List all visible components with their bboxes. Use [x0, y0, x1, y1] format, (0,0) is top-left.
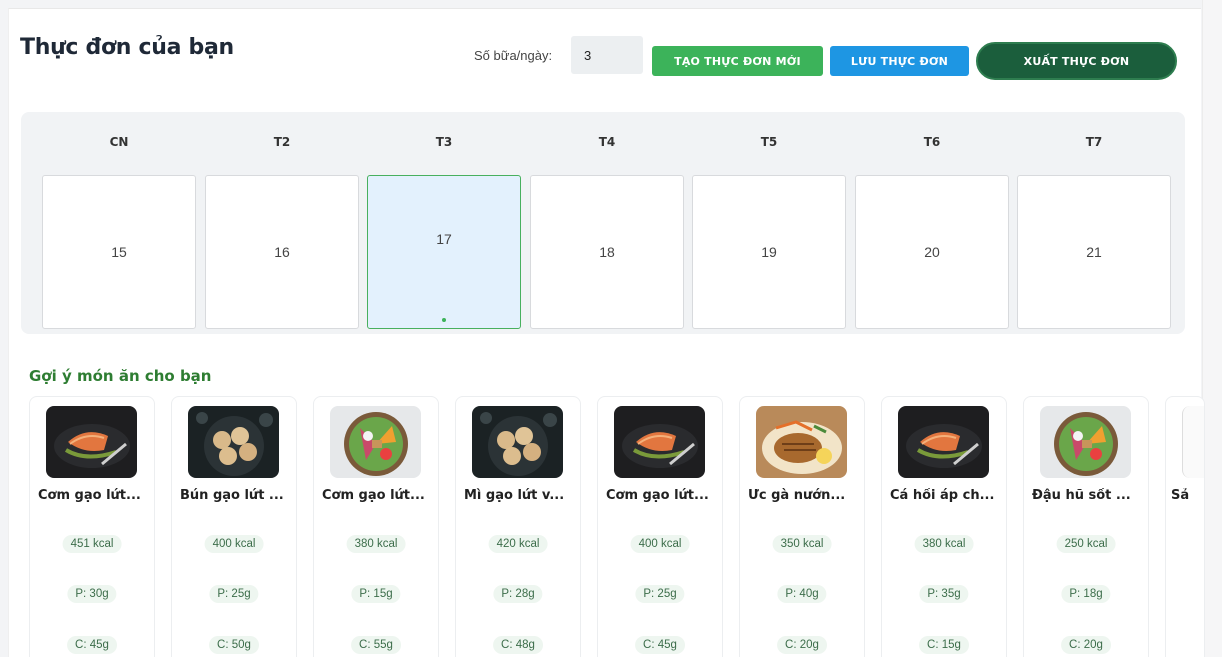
- calories-badge: 380 kcal: [346, 535, 406, 553]
- save-menu-button[interactable]: LƯU THỰC ĐƠN: [830, 46, 969, 76]
- food-name: Cơm gạo lứt...: [38, 488, 141, 503]
- day-number: 19: [761, 244, 777, 260]
- food-card[interactable]: Ức gà nướn... 350 kcal P: 40g C: 20g: [739, 396, 865, 657]
- day-number: 20: [924, 244, 940, 260]
- calories-badge: 400 kcal: [204, 535, 264, 553]
- page-scrollbar[interactable]: [1202, 0, 1222, 657]
- protein-badge: P: 15g: [351, 585, 401, 603]
- calendar-day[interactable]: 19: [692, 175, 846, 329]
- weekday-label: T2: [273, 135, 291, 149]
- salmon-dish-image: [898, 406, 989, 478]
- calories-badge: 451 kcal: [62, 535, 122, 553]
- weekday-label: T7: [1085, 135, 1103, 149]
- calories-badge: 250 kcal: [1056, 535, 1116, 553]
- food-name: Ức gà nướn...: [748, 488, 846, 503]
- food-name: Đậu hũ sốt ...: [1032, 488, 1131, 503]
- calendar-day[interactable]: 21: [1017, 175, 1171, 329]
- calories-badge: 380 kcal: [914, 535, 974, 553]
- carbs-badge: C: 50g: [209, 636, 259, 654]
- food-card[interactable]: Cơm gạo lứt... 451 kcal P: 30g C: 45g: [29, 396, 155, 657]
- suggestions-title: Gợi ý món ăn cho bạn: [29, 367, 212, 385]
- carbs-badge: C: 55g: [351, 636, 401, 654]
- salad-bowl-image: [1040, 406, 1131, 478]
- meal-indicator-dot: [442, 318, 446, 322]
- food-image-partial: [1182, 406, 1204, 478]
- food-name: Cơm gạo lứt...: [322, 488, 425, 503]
- food-card[interactable]: Đậu hũ sốt ... 250 kcal P: 18g C: 20g: [1023, 396, 1149, 657]
- dumplings-dish-image: [472, 406, 563, 478]
- day-number: 17: [436, 231, 452, 247]
- food-name: Cá hồi áp ch...: [890, 488, 995, 503]
- calories-badge: 400 kcal: [630, 535, 690, 553]
- salmon-dish-image: [614, 406, 705, 478]
- calendar-day[interactable]: 20: [855, 175, 1009, 329]
- weekday-label: T6: [923, 135, 941, 149]
- food-card[interactable]: Bún gạo lứt ... 400 kcal P: 25g C: 50g: [171, 396, 297, 657]
- weekday-label: T3: [435, 135, 453, 149]
- food-card-partial[interactable]: Sả: [1165, 396, 1205, 657]
- carbs-badge: C: 48g: [493, 636, 543, 654]
- carbs-badge: C: 15g: [919, 636, 969, 654]
- food-name: Sả: [1171, 488, 1190, 503]
- salmon-dish-image: [46, 406, 137, 478]
- carbs-badge: C: 45g: [67, 636, 117, 654]
- food-card[interactable]: Mì gạo lứt v... 420 kcal P: 28g C: 48g: [455, 396, 581, 657]
- weekday-label: T5: [760, 135, 778, 149]
- page-title: Thực đơn của bạn: [20, 35, 234, 60]
- weekday-label: T4: [598, 135, 616, 149]
- protein-badge: P: 25g: [209, 585, 259, 603]
- grilled-chicken-image: [756, 406, 847, 478]
- calendar-day[interactable]: 16: [205, 175, 359, 329]
- protein-badge: P: 28g: [493, 585, 543, 603]
- dumplings-dish-image: [188, 406, 279, 478]
- day-number: 18: [599, 244, 615, 260]
- calendar-day-selected[interactable]: 17: [367, 175, 521, 329]
- food-card[interactable]: Cá hồi áp ch... 380 kcal P: 35g C: 15g: [881, 396, 1007, 657]
- day-number: 21: [1086, 244, 1102, 260]
- calories-badge: 420 kcal: [488, 535, 548, 553]
- salad-bowl-image: [330, 406, 421, 478]
- calories-badge: 350 kcal: [772, 535, 832, 553]
- protein-badge: P: 40g: [777, 585, 827, 603]
- meals-per-day-label: Số bữa/ngày:: [474, 48, 553, 63]
- weekday-label: CN: [109, 135, 129, 149]
- protein-badge: P: 18g: [1061, 585, 1111, 603]
- new-menu-button[interactable]: TẠO THỰC ĐƠN MỚI: [652, 46, 823, 76]
- protein-badge: P: 25g: [635, 585, 685, 603]
- carbs-badge: C: 20g: [1061, 636, 1111, 654]
- food-name: Cơm gạo lứt...: [606, 488, 709, 503]
- food-name: Mì gạo lứt v...: [464, 488, 565, 503]
- day-number: 16: [274, 244, 290, 260]
- calendar-day[interactable]: 15: [42, 175, 196, 329]
- carbs-badge: C: 20g: [777, 636, 827, 654]
- day-number: 15: [111, 244, 127, 260]
- food-name: Bún gạo lứt ...: [180, 488, 284, 503]
- food-card[interactable]: Cơm gạo lứt... 380 kcal P: 15g C: 55g: [313, 396, 439, 657]
- protein-badge: P: 30g: [67, 585, 117, 603]
- food-card[interactable]: Cơm gạo lứt... 400 kcal P: 25g C: 45g: [597, 396, 723, 657]
- carbs-badge: C: 45g: [635, 636, 685, 654]
- meals-per-day-input[interactable]: [571, 36, 643, 74]
- calendar-day[interactable]: 18: [530, 175, 684, 329]
- protein-badge: P: 35g: [919, 585, 969, 603]
- export-menu-button[interactable]: XUẤT THỰC ĐƠN: [976, 42, 1177, 80]
